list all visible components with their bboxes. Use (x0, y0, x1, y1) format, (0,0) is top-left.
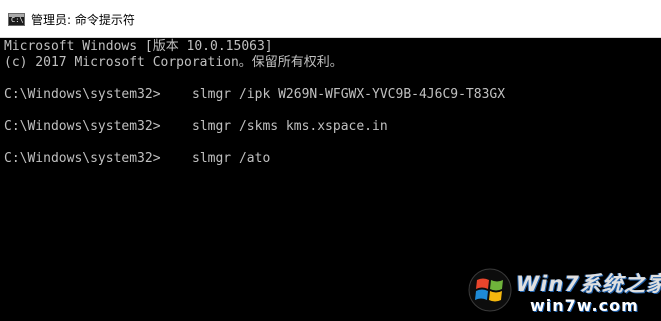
cmd-icon: C:\ (8, 13, 25, 26)
command-text: slmgr /ato (192, 151, 271, 166)
watermark: Win7系统之家 win7w.com (468, 266, 661, 318)
command-text: slmgr /skms kms.xspace.in (192, 119, 388, 134)
watermark-title: Win7系统之家 (516, 272, 661, 296)
command-line: C:\Windows\system32> slmgr /ato (4, 151, 270, 167)
command-prompt-window[interactable]: C:\ 管理员: 命令提示符 Microsoft Windows [版本 10.… (0, 0, 661, 321)
command-line: C:\Windows\system32> slmgr /skms kms.xspa… (4, 119, 388, 135)
watermark-domain: win7w.com (530, 296, 639, 315)
copyright-line: (c) 2017 Microsoft Corporation。保留所有权利。 (4, 55, 343, 70)
window-title: 管理员: 命令提示符 (31, 13, 135, 27)
prompt: C:\Windows\system32> (4, 151, 161, 166)
windows-logo-icon (468, 268, 512, 312)
prompt: C:\Windows\system32> (4, 87, 161, 102)
command-line: C:\Windows\system32> slmgr /ipk W269N-WFG… (4, 87, 505, 103)
prompt: C:\Windows\system32> (4, 119, 161, 134)
title-bar[interactable]: C:\ 管理员: 命令提示符 (0, 0, 661, 38)
version-line: Microsoft Windows [版本 10.0.15063] (4, 39, 273, 54)
command-text: slmgr /ipk W269N-WFGWX-YVC9B-4J6C9-T83GX (192, 87, 506, 102)
cmd-icon-label: C:\ (11, 16, 24, 24)
